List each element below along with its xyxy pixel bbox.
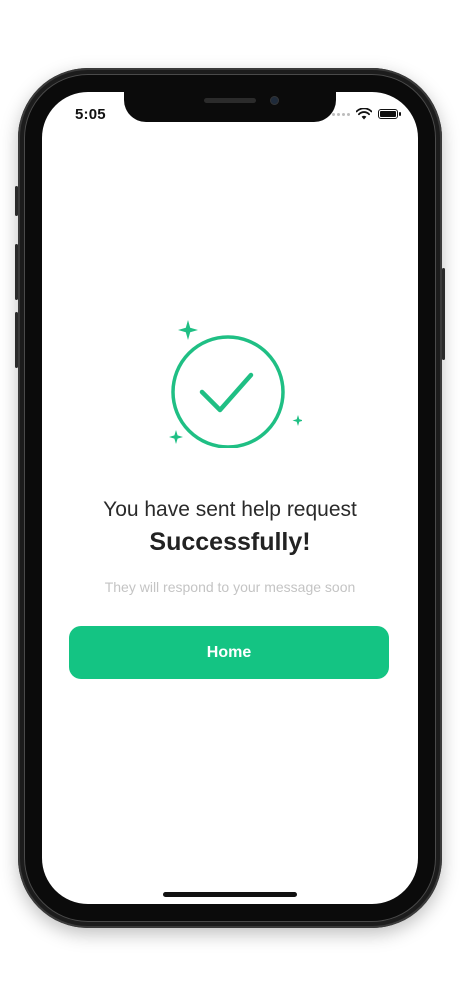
wifi-icon — [356, 108, 372, 120]
check-circle-icon — [169, 320, 302, 448]
status-time: 5:05 — [75, 106, 106, 123]
phone-screen: 5:05 You have sent help request Successf… — [42, 92, 418, 904]
success-emphasis: Successfully! — [149, 528, 311, 556]
home-indicator[interactable] — [163, 892, 297, 897]
sparkle-icon — [292, 415, 302, 426]
sparkle-icon — [178, 320, 198, 340]
signal-icon — [332, 112, 350, 116]
front-camera — [270, 96, 279, 105]
silent-switch — [15, 186, 18, 216]
stage: 5:05 You have sent help request Successf… — [0, 0, 460, 996]
volume-up-button — [15, 244, 18, 300]
notch — [124, 92, 336, 122]
success-heading: You have sent help request — [103, 498, 357, 521]
volume-down-button — [15, 312, 18, 368]
speaker-grille — [204, 98, 256, 103]
home-button[interactable]: Home — [69, 626, 389, 679]
power-button — [442, 268, 445, 360]
success-subtitle: They will respond to your message soon — [104, 579, 356, 595]
battery-icon — [378, 109, 401, 119]
status-icons — [332, 108, 401, 120]
sparkle-icon — [169, 430, 183, 444]
